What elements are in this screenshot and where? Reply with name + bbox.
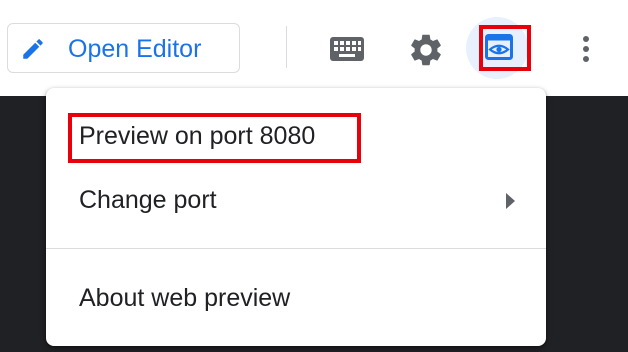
more-vert-icon[interactable]	[574, 33, 598, 65]
gear-icon[interactable]	[407, 31, 445, 69]
menu-divider	[46, 248, 546, 249]
toolbar-divider	[286, 26, 287, 68]
chevron-right-icon	[506, 193, 515, 209]
keyboard-icon[interactable]	[329, 36, 365, 62]
preview-item-highlight-box	[68, 113, 361, 163]
toolbar: Open Editor	[0, 0, 628, 96]
web-preview-highlight-box	[479, 25, 531, 71]
menu-item-change-port[interactable]: Change port	[46, 172, 546, 228]
menu-item-label: About web preview	[79, 284, 291, 312]
menu-item-preview-port[interactable]: Preview on port 8080	[46, 108, 546, 164]
web-preview-menu: Preview on port 8080 Change port About w…	[46, 88, 546, 346]
open-editor-button[interactable]: Open Editor	[7, 23, 240, 73]
menu-item-about-web-preview[interactable]: About web preview	[46, 270, 546, 326]
pencil-icon	[23, 39, 43, 59]
open-editor-label: Open Editor	[68, 35, 202, 63]
menu-item-label: Change port	[79, 186, 217, 214]
